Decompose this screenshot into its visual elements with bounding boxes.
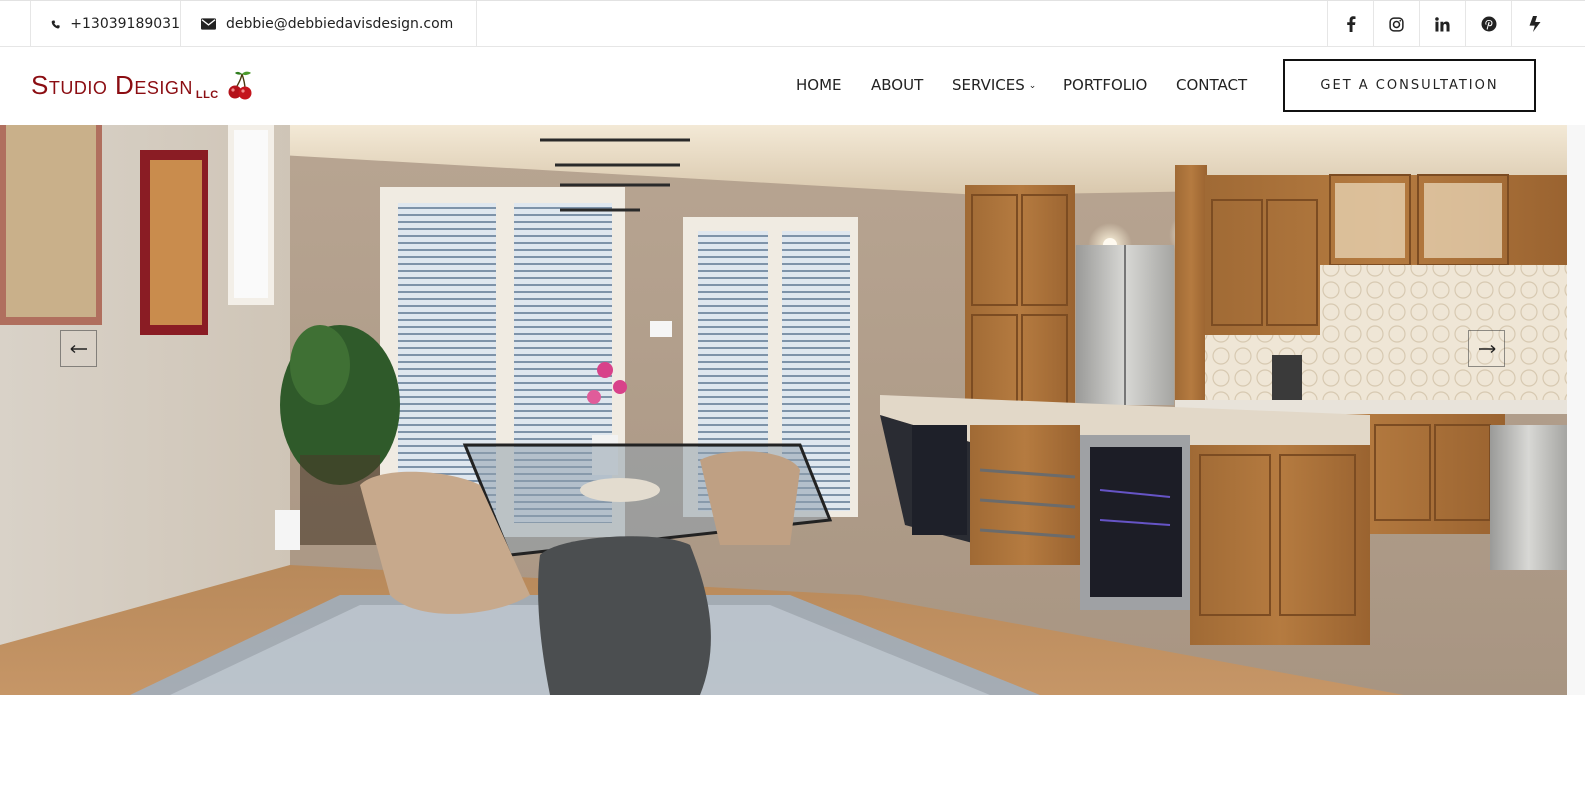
phone-icon [51,19,60,28]
scrollbar-gutter [1567,125,1585,695]
slider-next-button[interactable] [1468,330,1505,367]
logo-title: Studio Design [31,70,193,100]
hero-slider [0,125,1567,695]
arrow-left-icon [70,344,87,353]
nav-item-about[interactable]: ABOUT [871,76,923,94]
nav-item-services[interactable]: SERVICES ⌄ [952,76,1036,94]
slider-prev-button[interactable] [60,330,97,367]
envelope-icon [201,18,216,30]
site-logo[interactable]: Studio Design LLC [31,70,253,101]
instagram-icon [1389,16,1404,32]
nav-item-contact[interactable]: CONTACT [1176,76,1247,94]
pinterest-icon [1481,16,1496,32]
cherry-icon [228,71,252,100]
chevron-down-icon: ⌄ [1028,81,1037,91]
nav-item-services-label: SERVICES [952,76,1025,94]
facebook-link[interactable] [1327,1,1373,47]
phone-number[interactable]: +13039189031 [70,16,180,32]
logo-suffix: LLC [195,89,219,101]
houzz-link[interactable] [1511,1,1557,47]
instagram-link[interactable] [1373,1,1419,47]
top-bar: +13039189031 debbie@debbiedavisdesign.co… [0,0,1585,47]
phone-contact[interactable]: +13039189031 [30,1,180,47]
get-consultation-button[interactable]: GET A CONSULTATION [1283,59,1536,112]
nav-item-home[interactable]: HOME [796,76,842,94]
nav-item-portfolio[interactable]: PORTFOLIO [1063,76,1147,94]
email-contact[interactable]: debbie@debbiedavisdesign.com [180,1,477,47]
hero-kitchen-image [0,125,1567,695]
facebook-icon [1346,16,1355,32]
arrow-right-icon [1478,344,1495,353]
linkedin-icon [1435,16,1450,32]
houzz-icon [1529,16,1540,32]
pinterest-link[interactable] [1465,1,1511,47]
linkedin-link[interactable] [1419,1,1465,47]
email-address[interactable]: debbie@debbiedavisdesign.com [226,16,453,32]
